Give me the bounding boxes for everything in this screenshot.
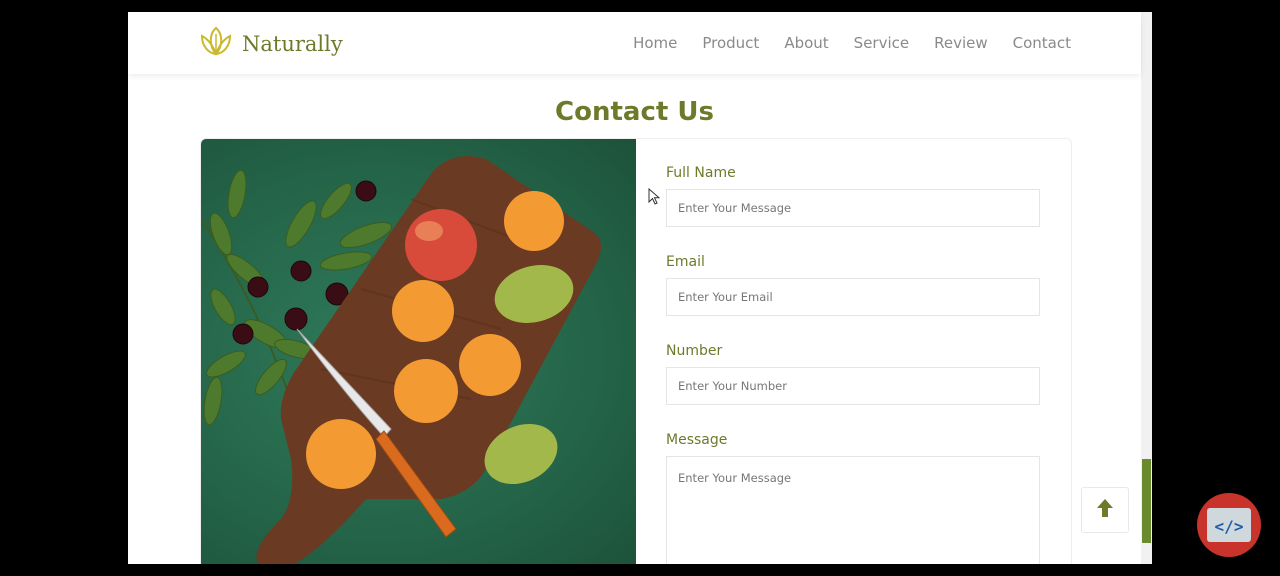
- nav-link-service[interactable]: Service: [854, 34, 909, 52]
- nav-link-contact[interactable]: Contact: [1013, 34, 1071, 52]
- nav-link-review[interactable]: Review: [934, 34, 988, 52]
- nav-link-product[interactable]: Product: [702, 34, 759, 52]
- scrollbar-thumb[interactable]: [1142, 459, 1151, 543]
- mouse-cursor: [648, 187, 661, 210]
- navbar: Naturally Home Product About Service Rev…: [128, 12, 1141, 74]
- leaf-logo-icon: [198, 26, 234, 62]
- contact-form: Full Name Enter Your Message Email Enter…: [666, 165, 1042, 564]
- nav-link-home[interactable]: Home: [633, 34, 677, 52]
- full-name-input[interactable]: Enter Your Message: [666, 189, 1040, 227]
- message-textarea[interactable]: Enter Your Message: [666, 456, 1040, 564]
- browser-viewport: Naturally Home Product About Service Rev…: [128, 12, 1152, 564]
- nav-link-about[interactable]: About: [784, 34, 828, 52]
- email-label: Email: [666, 254, 705, 270]
- number-label: Number: [666, 343, 723, 359]
- email-input[interactable]: Enter Your Email: [666, 278, 1040, 316]
- brand[interactable]: Naturally: [198, 26, 343, 62]
- nav-menu: Home Product About Service Review Contac…: [608, 34, 1071, 52]
- code-overlay-button[interactable]: </>: [1197, 493, 1261, 557]
- contact-card: Full Name Enter Your Message Email Enter…: [200, 138, 1072, 564]
- fruit-photo: [201, 139, 636, 564]
- arrow-up-icon: [1093, 496, 1117, 524]
- scroll-to-top-button[interactable]: [1081, 487, 1129, 533]
- code-icon-text: </>: [1214, 517, 1244, 536]
- full-name-label: Full Name: [666, 165, 736, 181]
- page-title: Contact Us: [555, 97, 714, 127]
- number-input[interactable]: Enter Your Number: [666, 367, 1040, 405]
- message-label: Message: [666, 432, 728, 448]
- code-icon: </>: [1207, 508, 1251, 542]
- brand-name: Naturally: [242, 32, 343, 56]
